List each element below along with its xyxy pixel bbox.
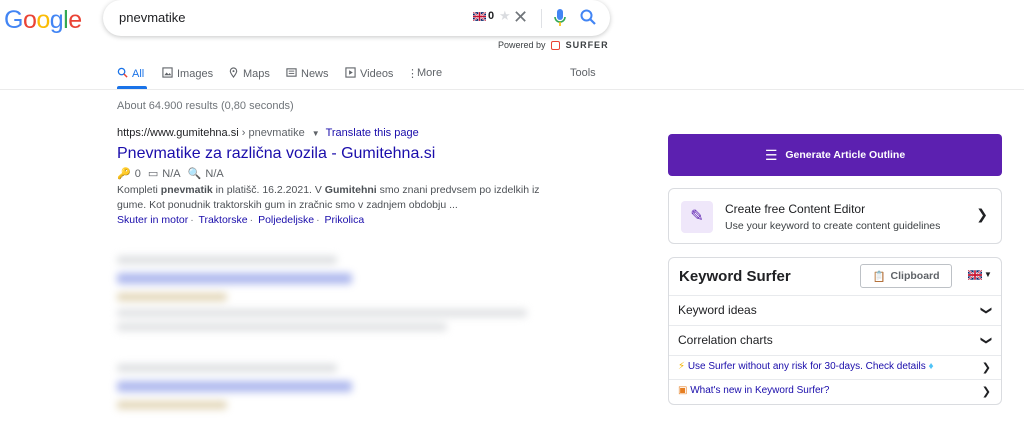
- promo-trial-row[interactable]: ⚡ Use Surfer without any risk for 30-day…: [669, 355, 1001, 379]
- keyword-surfer-title: Keyword Surfer: [679, 268, 791, 285]
- promo-whats-new-text: What's new in Keyword Surfer?: [690, 385, 830, 396]
- tab-label: Videos: [360, 68, 394, 80]
- metric-traffic: N/A: [162, 168, 181, 180]
- search-result: https://www.gumitehna.si › pnevmatike ▼ …: [117, 127, 547, 226]
- search-icon[interactable]: [579, 8, 597, 26]
- snippet-text: Kompleti: [117, 184, 161, 196]
- snippet-text: in platišč. 16.2.2021. V: [212, 184, 325, 196]
- snippet-bold: Gumitehni: [324, 184, 377, 196]
- chevron-down-icon: ❯: [979, 335, 992, 346]
- result-breadcrumb: › pnevmatike: [241, 127, 305, 139]
- sitelink[interactable]: Traktorske: [198, 214, 247, 226]
- chevron-right-icon: ❯: [981, 362, 991, 374]
- sitelink[interactable]: Prikolica: [325, 214, 365, 226]
- tab-label: More: [417, 67, 443, 79]
- chevron-down-icon: ❯: [979, 305, 992, 316]
- search-box[interactable]: pnevmatike 0 ★ ✕: [103, 0, 610, 36]
- promo-whats-new: ▣ What's new in Keyword Surfer?: [678, 385, 829, 396]
- keyword-ideas-row[interactable]: Keyword ideas ❯: [669, 295, 1001, 325]
- result-sitelinks: Skuter in motor · Traktorske · Poljedeljsk…: [117, 214, 365, 226]
- metric-words: N/A: [205, 168, 224, 180]
- clipboard-label: Clipboard: [890, 270, 940, 282]
- key-icon: 🔑: [117, 168, 131, 180]
- diamond-icon: ♦: [928, 361, 934, 372]
- uk-flag-icon: [968, 270, 982, 280]
- editor-title: Create free Content Editor: [725, 202, 866, 216]
- chevron-right-icon: ❯: [976, 206, 988, 222]
- tools-button[interactable]: Tools: [570, 67, 596, 79]
- tab-label: News: [301, 68, 329, 80]
- promo-trial-text: Use Surfer without any risk for 30-days.…: [687, 361, 926, 372]
- image-icon: [162, 67, 173, 81]
- clipboard-button[interactable]: 📋 Clipboard: [860, 264, 952, 288]
- star-icon[interactable]: ★: [499, 8, 511, 24]
- gift-icon: ▣: [678, 385, 688, 396]
- powered-by-surfer: Powered by SURFER: [498, 40, 609, 51]
- generate-article-outline-button[interactable]: ☰ Generate Article Outline: [668, 134, 1002, 176]
- result-snippet: Kompleti pnevmatik in platišč. 16.2.2021…: [117, 183, 547, 213]
- row-label: Keyword ideas: [678, 303, 757, 317]
- result-stats: About 64.900 results (0,80 seconds): [117, 100, 294, 112]
- header-divider: [0, 89, 1024, 90]
- tab-all[interactable]: All: [117, 67, 144, 81]
- tab-maps[interactable]: Maps: [228, 67, 270, 81]
- uk-flag-icon: [473, 12, 486, 21]
- traffic-icon: ▭: [147, 168, 159, 180]
- result-metrics: 🔑 0 ▭ N/A 🔍 N/A: [117, 167, 547, 180]
- blurred-result: [117, 364, 547, 409]
- more-dots-icon: ⋮: [407, 68, 418, 80]
- google-logo[interactable]: Google: [4, 6, 82, 35]
- tab-news[interactable]: News: [286, 67, 329, 81]
- sitelink[interactable]: Skuter in motor: [117, 214, 188, 226]
- language-selector[interactable]: ▼: [968, 270, 992, 280]
- caret-down-icon[interactable]: ▼: [312, 129, 320, 138]
- result-url[interactable]: https://www.gumitehna.si: [117, 127, 239, 139]
- editor-subtitle: Use your keyword to create content guide…: [725, 220, 941, 232]
- translate-link[interactable]: Translate this page: [326, 127, 419, 139]
- words-icon: 🔍: [187, 168, 202, 180]
- metric-keywords: 0: [134, 168, 141, 180]
- news-icon: [286, 67, 297, 81]
- surfer-logo-icon: [551, 41, 561, 51]
- clear-icon[interactable]: ✕: [513, 7, 528, 28]
- result-url-line: https://www.gumitehna.si › pnevmatike ▼ …: [117, 127, 547, 139]
- edit-icon: ✎: [681, 201, 713, 233]
- chevron-right-icon: ❯: [981, 386, 991, 398]
- blurred-result: [117, 256, 547, 331]
- sitelink[interactable]: Poljedeljske: [258, 214, 314, 226]
- play-icon: [345, 67, 356, 81]
- surfer-brand: SURFER: [565, 40, 609, 50]
- lightning-icon: ⚡: [678, 361, 686, 372]
- powered-by-label: Powered by: [498, 40, 546, 50]
- snippet-bold: pnevmatik: [160, 184, 213, 196]
- tab-videos[interactable]: Videos: [345, 67, 393, 81]
- search-volume-count: 0: [488, 10, 495, 22]
- search-icon: [117, 67, 128, 81]
- tab-label: Images: [177, 68, 214, 80]
- content-editor-card[interactable]: ✎ Create free Content Editor Use your ke…: [668, 188, 1002, 244]
- promo-trial: ⚡ Use Surfer without any risk for 30-day…: [678, 361, 934, 372]
- tab-label: Maps: [243, 68, 270, 80]
- promo-whats-new-row[interactable]: ▣ What's new in Keyword Surfer? ❯: [669, 379, 1001, 403]
- list-icon: ☰: [764, 146, 778, 163]
- caret-down-icon: ▼: [984, 270, 992, 280]
- correlation-charts-row[interactable]: Correlation charts ❯: [669, 325, 1001, 355]
- tab-more[interactable]: ⋮More: [407, 67, 442, 80]
- map-pin-icon: [228, 67, 239, 81]
- microphone-icon[interactable]: [553, 8, 567, 28]
- row-label: Correlation charts: [678, 333, 773, 347]
- tab-images[interactable]: Images: [162, 67, 213, 81]
- search-input[interactable]: pnevmatike: [119, 10, 185, 25]
- generate-label: Generate Article Outline: [785, 149, 906, 161]
- keyword-surfer-panel: Keyword Surfer 📋 Clipboard ▼ Keyword ide…: [668, 257, 1002, 405]
- divider: [541, 9, 542, 28]
- tab-label: All: [132, 68, 145, 80]
- result-title-link[interactable]: Pnevmatike za različna vozila - Gumitehn…: [117, 145, 547, 163]
- clipboard-icon: 📋: [872, 270, 886, 283]
